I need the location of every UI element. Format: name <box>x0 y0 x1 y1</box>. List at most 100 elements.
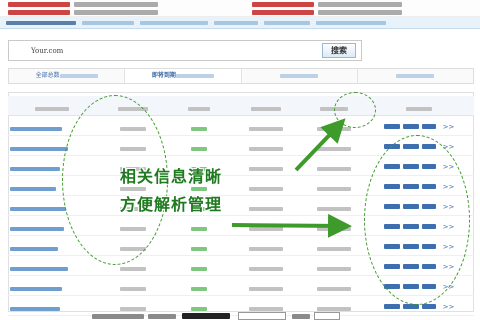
pager-pages[interactable] <box>182 313 230 319</box>
exp-date-cell <box>304 215 364 236</box>
caption-line-2: 方便解析管理 <box>120 195 223 214</box>
more-actions-link[interactable]: >> <box>443 123 455 131</box>
reg-date-cell <box>228 135 304 156</box>
days-left-cell-text <box>191 267 207 271</box>
faq-link[interactable] <box>214 21 258 25</box>
renew-link[interactable] <box>421 304 436 309</box>
pagination <box>92 312 392 320</box>
domain-link[interactable] <box>8 255 96 276</box>
days-left-cell-text <box>191 307 207 311</box>
registrar-cell <box>96 275 170 296</box>
announcement-line[interactable] <box>74 2 158 7</box>
table-header-row <box>8 96 474 116</box>
manage-link[interactable] <box>383 124 400 129</box>
exp-date-cell <box>304 155 364 176</box>
days-left-cell <box>170 135 228 156</box>
filter-tabs: 全部总数 即将到期 <box>8 68 474 84</box>
domain-link-text <box>10 247 58 251</box>
filter-tab-label: 即将到期 <box>151 72 176 79</box>
manage-link[interactable] <box>383 304 400 309</box>
announcement-line[interactable] <box>74 10 158 15</box>
exp-date-cell-text <box>317 267 351 271</box>
reg-date-cell-text <box>249 127 283 131</box>
filter-tab[interactable] <box>242 69 358 83</box>
days-left-cell <box>170 235 228 256</box>
registrar-cell-text <box>120 287 146 291</box>
domain-search-input[interactable] <box>8 40 362 61</box>
faq-title <box>6 21 76 25</box>
reg-date-cell-text <box>249 267 283 271</box>
column-header-text <box>35 107 69 111</box>
exp-date-cell-text <box>317 187 351 191</box>
reg-date-cell-text <box>249 307 283 311</box>
domain-link-text <box>10 307 60 311</box>
announcement-line[interactable] <box>252 10 314 15</box>
exp-date-cell-text <box>317 127 351 131</box>
pager-first[interactable] <box>148 314 176 319</box>
announcement-line[interactable] <box>318 2 402 7</box>
actions-cell: >> <box>364 115 474 136</box>
announcement-line[interactable] <box>8 2 70 7</box>
exp-date-cell-text <box>317 307 351 311</box>
days-left-cell-text <box>191 247 207 251</box>
faq-link[interactable] <box>82 21 134 25</box>
faq-link[interactable] <box>316 21 386 25</box>
reg-date-cell-text <box>249 287 283 291</box>
filter-tab-label: 全部总数 <box>35 72 60 79</box>
column-header <box>228 96 304 116</box>
exp-date-cell <box>304 135 364 156</box>
exp-date-cell <box>304 175 364 196</box>
resolve-link[interactable] <box>402 124 419 129</box>
exp-date-cell <box>304 195 364 216</box>
search-button[interactable]: 搜索 <box>322 43 356 58</box>
exp-date-cell-text <box>317 287 351 291</box>
registrar-cell-text <box>120 307 146 311</box>
exp-date-cell-text <box>317 207 351 211</box>
domain-link[interactable] <box>8 315 96 320</box>
column-header <box>170 96 228 116</box>
exp-date-cell <box>304 275 364 296</box>
days-left-cell <box>170 115 228 136</box>
filter-tab[interactable] <box>358 69 473 83</box>
page-select[interactable] <box>238 312 286 320</box>
announcement-line[interactable] <box>8 10 70 15</box>
filter-tab-count <box>396 73 435 78</box>
more-actions-link[interactable]: >> <box>443 303 455 311</box>
exp-date-cell-text <box>317 167 351 171</box>
announcement-line[interactable] <box>318 10 402 15</box>
filter-tab-count <box>59 73 98 78</box>
days-left-cell <box>170 275 228 296</box>
registrar-cell-text <box>120 267 146 271</box>
domain-link-text <box>10 187 56 191</box>
days-left-cell-text <box>191 227 207 231</box>
reg-date-cell <box>228 255 304 276</box>
days-left-cell-text <box>191 287 207 291</box>
exp-date-cell <box>304 235 364 256</box>
domain-link-text <box>10 147 68 151</box>
domain-link[interactable] <box>8 275 96 296</box>
filter-tab[interactable]: 全部总数 <box>9 69 126 83</box>
column-header-text <box>406 107 432 111</box>
column-header-text <box>251 107 281 111</box>
highlight-oval-actions <box>364 135 470 305</box>
domain-link[interactable] <box>8 295 96 316</box>
domain-link-text <box>10 127 62 131</box>
days-left-cell-text <box>191 147 207 151</box>
domain-link-text <box>10 287 62 291</box>
domain-link-text <box>10 227 64 231</box>
filter-tab[interactable]: 即将到期 <box>125 69 242 83</box>
renew-link[interactable] <box>421 124 436 129</box>
filter-tab-count <box>175 73 214 78</box>
reg-date-cell-text <box>249 247 283 251</box>
page-number-input[interactable] <box>314 312 340 320</box>
faq-link[interactable] <box>264 21 310 25</box>
faq-link[interactable] <box>140 21 208 25</box>
announcement-line[interactable] <box>252 2 314 7</box>
exp-date-cell-text <box>317 227 351 231</box>
exp-date-cell <box>304 255 364 276</box>
pager-goto <box>292 314 310 319</box>
exp-date-cell-text <box>317 247 351 251</box>
exp-date-cell-text <box>317 147 351 151</box>
reg-date-cell <box>228 275 304 296</box>
reg-date-cell-text <box>249 147 283 151</box>
